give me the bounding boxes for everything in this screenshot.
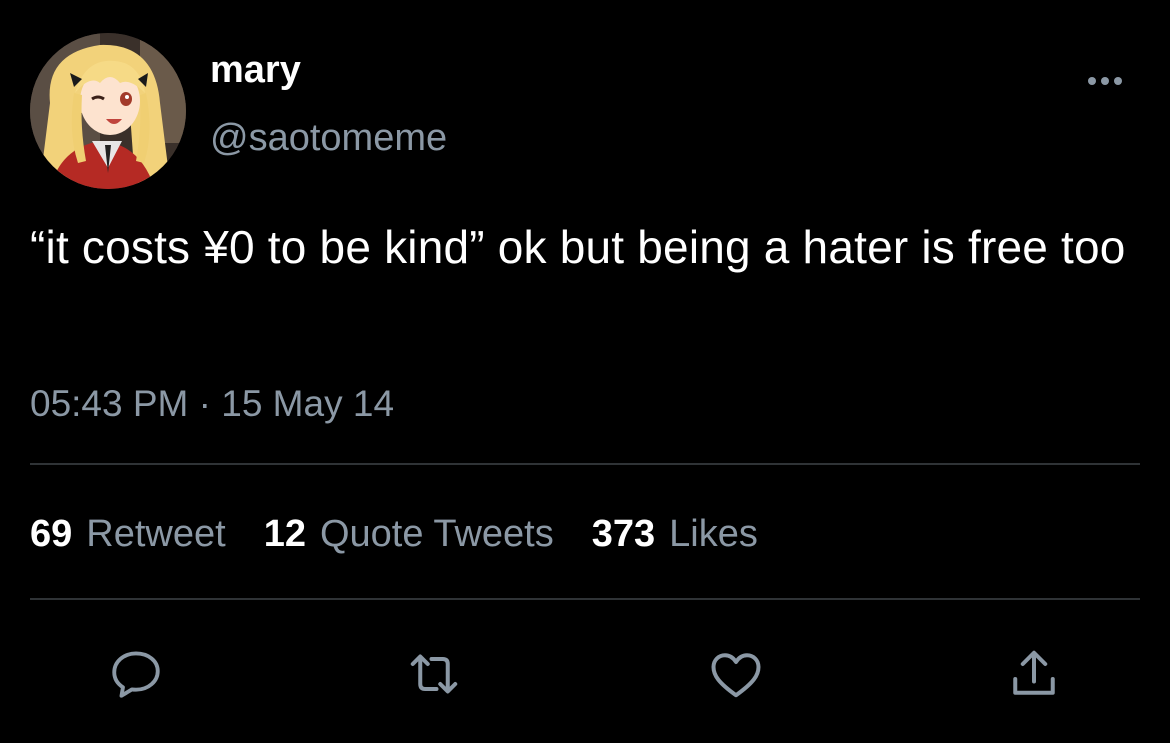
quote-tweets-stat[interactable]: 12 Quote Tweets (264, 510, 554, 558)
user-handle[interactable]: @saotomeme (210, 116, 447, 160)
reply-icon (112, 651, 160, 698)
retweet-label: Retweet (86, 513, 226, 555)
like-icon (711, 653, 761, 698)
likes-count: 373 (591, 513, 656, 555)
engagement-stats: 69 Retweet 12 Quote Tweets 373 Likes (30, 510, 796, 558)
likes-stat[interactable]: 373 Likes (592, 510, 758, 558)
retweet-stat[interactable]: 69 Retweet (30, 510, 226, 558)
quote-tweets-label: Quote Tweets (319, 513, 554, 555)
divider (30, 598, 1140, 600)
more-dot-icon (1101, 77, 1109, 85)
tweet-text: “it costs ¥0 to be kind” ok but being a … (30, 221, 1126, 273)
display-name[interactable]: mary (210, 48, 301, 92)
tweet-card: mary @saotomeme “it costs ¥0 to be kind”… (0, 0, 1170, 743)
more-dot-icon (1088, 77, 1096, 85)
more-dot-icon (1114, 77, 1122, 85)
retweet-count: 69 (30, 513, 73, 555)
share-button[interactable] (1004, 644, 1064, 704)
retweet-icon (410, 654, 458, 694)
avatar[interactable] (30, 33, 186, 189)
quote-tweets-count: 12 (263, 513, 306, 555)
anime-avatar-icon (30, 33, 186, 189)
more-options-button[interactable] (1080, 66, 1130, 96)
divider (30, 463, 1140, 465)
share-icon (1013, 650, 1055, 695)
tweet-timestamp[interactable]: 05:43 PM · 15 May 14 (30, 382, 394, 426)
reply-button[interactable] (106, 644, 166, 704)
likes-label: Likes (669, 513, 758, 555)
like-button[interactable] (706, 644, 766, 704)
retweet-button[interactable] (404, 644, 464, 704)
